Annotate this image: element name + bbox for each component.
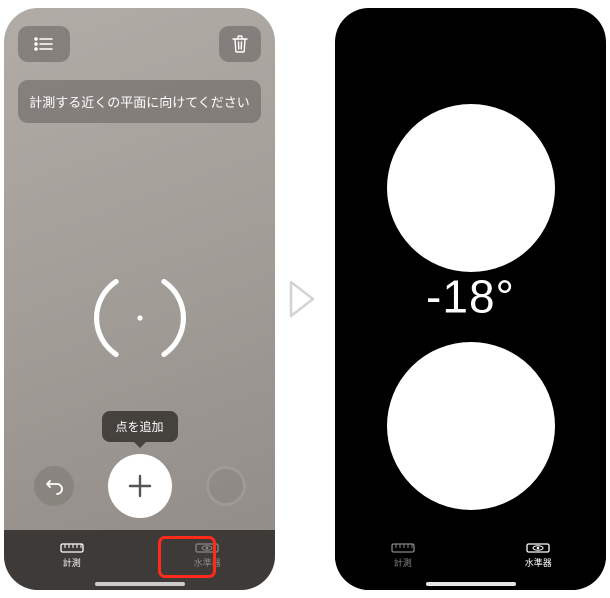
tab-label: 計測 <box>63 556 81 569</box>
arrow-right-icon <box>285 272 325 326</box>
level-bubble-bottom <box>387 342 555 510</box>
tab-level[interactable]: 水準器 <box>471 530 607 580</box>
add-point-button[interactable] <box>108 454 172 518</box>
home-indicator <box>426 582 516 586</box>
level-display[interactable]: -18° <box>335 68 606 530</box>
measure-reticle <box>88 266 192 370</box>
plus-icon <box>126 472 154 500</box>
undo-button[interactable] <box>34 466 74 506</box>
tab-label: 計測 <box>394 556 412 569</box>
ruler-icon <box>60 542 84 554</box>
bottom-controls <box>4 454 275 518</box>
tab-label: 水準器 <box>525 556 552 569</box>
tab-bar: 計測 水準器 <box>4 530 275 590</box>
level-icon <box>526 542 550 554</box>
undo-icon <box>45 477 63 495</box>
tab-measure[interactable]: 計測 <box>335 530 471 580</box>
tab-label: 水準器 <box>194 556 221 569</box>
tab-level[interactable]: 水準器 <box>140 530 276 580</box>
tab-bar: 計測 水準器 <box>335 530 606 590</box>
instruction-banner: 計測する近くの平面に向けてください <box>18 80 261 123</box>
angle-readout: -18° <box>426 269 515 323</box>
ruler-icon <box>391 542 415 554</box>
home-indicator <box>95 582 185 586</box>
add-point-tooltip: 点を追加 <box>101 411 177 442</box>
level-icon <box>195 542 219 554</box>
phone-level-screen: -18° 計測 水準器 <box>335 8 606 590</box>
capture-button[interactable] <box>206 466 246 506</box>
trash-icon <box>232 35 248 53</box>
level-bubble-top <box>387 104 555 272</box>
phone-measure-screen: 計測する近くの平面に向けてください 点を追加 計測 水準器 <box>4 8 275 590</box>
tab-measure[interactable]: 計測 <box>4 530 140 580</box>
list-icon <box>34 37 54 51</box>
list-button[interactable] <box>18 26 70 62</box>
topbar <box>18 26 261 62</box>
delete-button[interactable] <box>219 26 261 62</box>
